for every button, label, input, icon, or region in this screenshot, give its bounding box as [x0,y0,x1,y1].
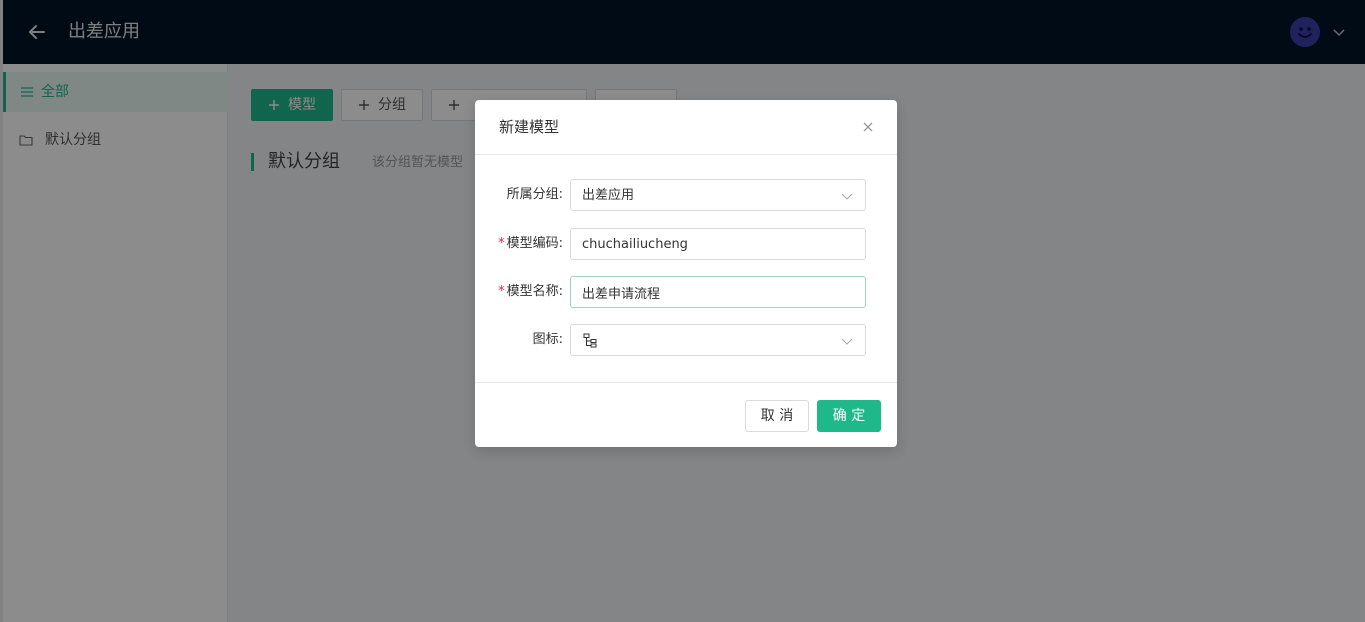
group-select-value: 出差应用 [582,188,635,203]
cancel-button[interactable]: 取 消 [745,400,809,432]
form-row-name: * 模型名称: [475,276,897,308]
new-model-dialog: 新建模型 所属分组: 出差应用 *模型编码: *模型名称: 图标: [475,100,897,447]
confirm-button[interactable]: 确 定 [817,400,881,432]
form-row-code: * 模型编码: [475,228,897,260]
close-icon[interactable] [861,120,875,134]
form-row-group: 所属分组: 出差应用 [475,179,897,211]
modal-header: 新建模型 [475,100,897,155]
group-select[interactable]: 出差应用 [570,179,866,211]
code-label: * 模型编码: [498,236,563,251]
icon-label: 图标: [532,332,563,347]
name-label: * 模型名称: [498,284,563,299]
tree-structure-icon [583,333,597,348]
icon-select[interactable] [570,324,866,356]
modal-title: 新建模型 [499,118,560,136]
chevron-down-icon [841,193,853,200]
form-row-icon: 图标: [475,324,897,356]
chevron-down-icon [841,338,853,345]
model-code-input[interactable] [570,228,866,260]
group-label: 所属分组: [506,187,563,202]
model-name-input[interactable] [570,276,866,308]
modal-footer: 取 消 确 定 [475,382,897,448]
